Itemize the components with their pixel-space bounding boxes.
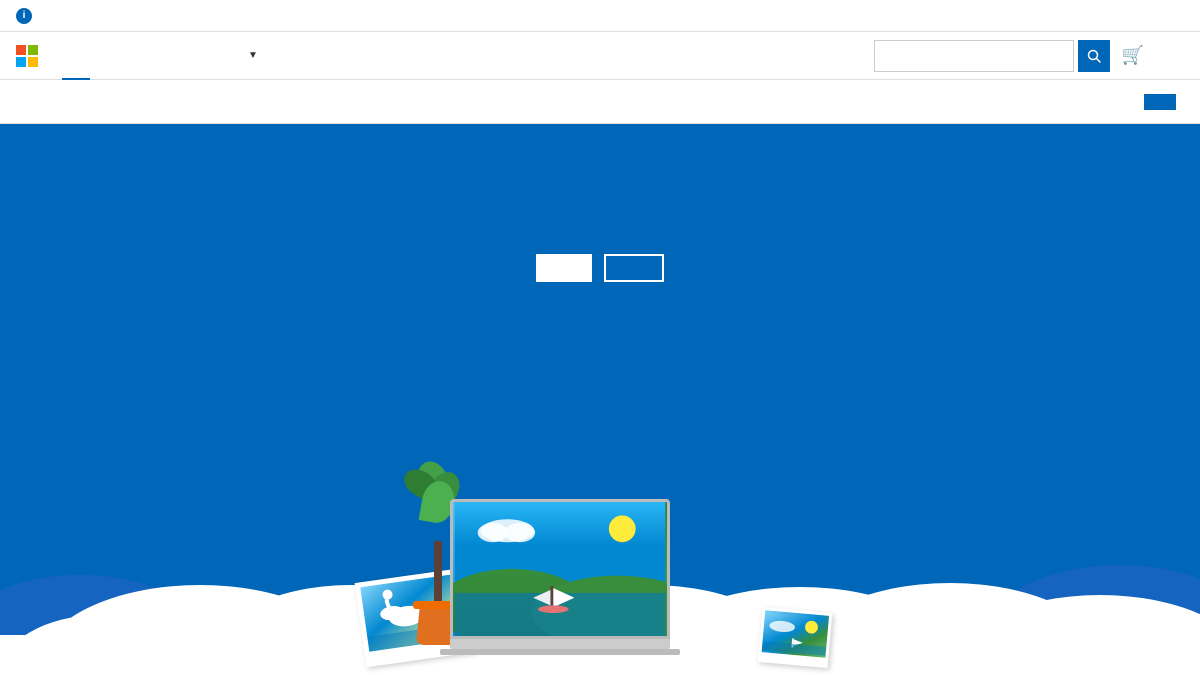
sub-nav-links bbox=[56, 80, 1144, 124]
top-nav-links: ▼ bbox=[62, 32, 874, 80]
search-icon bbox=[1087, 49, 1101, 63]
see-plans-button[interactable] bbox=[536, 254, 592, 282]
nav-link-xbox[interactable] bbox=[146, 32, 174, 80]
laptop-screen bbox=[450, 499, 670, 639]
laptop-base bbox=[450, 639, 670, 649]
sub-nav-how-to[interactable] bbox=[152, 80, 184, 124]
sub-nav-business[interactable] bbox=[56, 80, 88, 124]
plant-stem bbox=[434, 541, 442, 601]
sign-up-button[interactable] bbox=[604, 254, 664, 282]
ms-logo-squares bbox=[16, 45, 38, 67]
nav-link-deals[interactable] bbox=[174, 32, 202, 80]
nav-link-surface[interactable] bbox=[118, 32, 146, 80]
info-icon: i bbox=[16, 8, 32, 24]
ms-logo-green bbox=[28, 45, 38, 55]
buy-office-button[interactable] bbox=[1144, 94, 1176, 110]
cookie-bar: i bbox=[0, 0, 1200, 32]
devices-illustration bbox=[350, 415, 850, 675]
microsoft-logo[interactable] bbox=[16, 45, 38, 67]
search-input[interactable] bbox=[883, 48, 1065, 63]
chevron-down-icon: ▼ bbox=[248, 50, 258, 61]
photo2-image bbox=[762, 610, 829, 657]
ms-logo-yellow bbox=[28, 57, 38, 67]
photo2-svg bbox=[762, 610, 829, 657]
ms-logo-blue bbox=[16, 57, 26, 67]
sub-nav-download[interactable] bbox=[120, 80, 152, 124]
top-nav: ▼ 🛒 bbox=[0, 32, 1200, 80]
nav-link-office[interactable] bbox=[62, 32, 90, 80]
cookie-bar-left: i bbox=[16, 8, 40, 24]
cart-icon[interactable]: 🛒 bbox=[1122, 45, 1144, 66]
search-box bbox=[874, 40, 1074, 72]
laptop-device bbox=[450, 499, 670, 655]
sub-nav bbox=[0, 80, 1200, 124]
sub-nav-plans[interactable] bbox=[88, 80, 120, 124]
photo-print-2 bbox=[758, 607, 833, 668]
laptop-screen-svg bbox=[453, 502, 667, 636]
more-menu-button[interactable]: ▼ bbox=[230, 32, 272, 80]
nav-link-windows[interactable] bbox=[90, 32, 118, 80]
nav-link-support[interactable] bbox=[202, 32, 230, 80]
laptop-bottom bbox=[440, 649, 680, 655]
search-button[interactable] bbox=[1078, 40, 1110, 72]
search-container bbox=[874, 40, 1110, 72]
ms-logo-red bbox=[16, 45, 26, 55]
hero-section bbox=[0, 124, 1200, 675]
hero-buttons bbox=[536, 254, 664, 282]
top-nav-right: 🛒 bbox=[874, 40, 1184, 72]
sign-in-button[interactable] bbox=[1156, 50, 1184, 62]
